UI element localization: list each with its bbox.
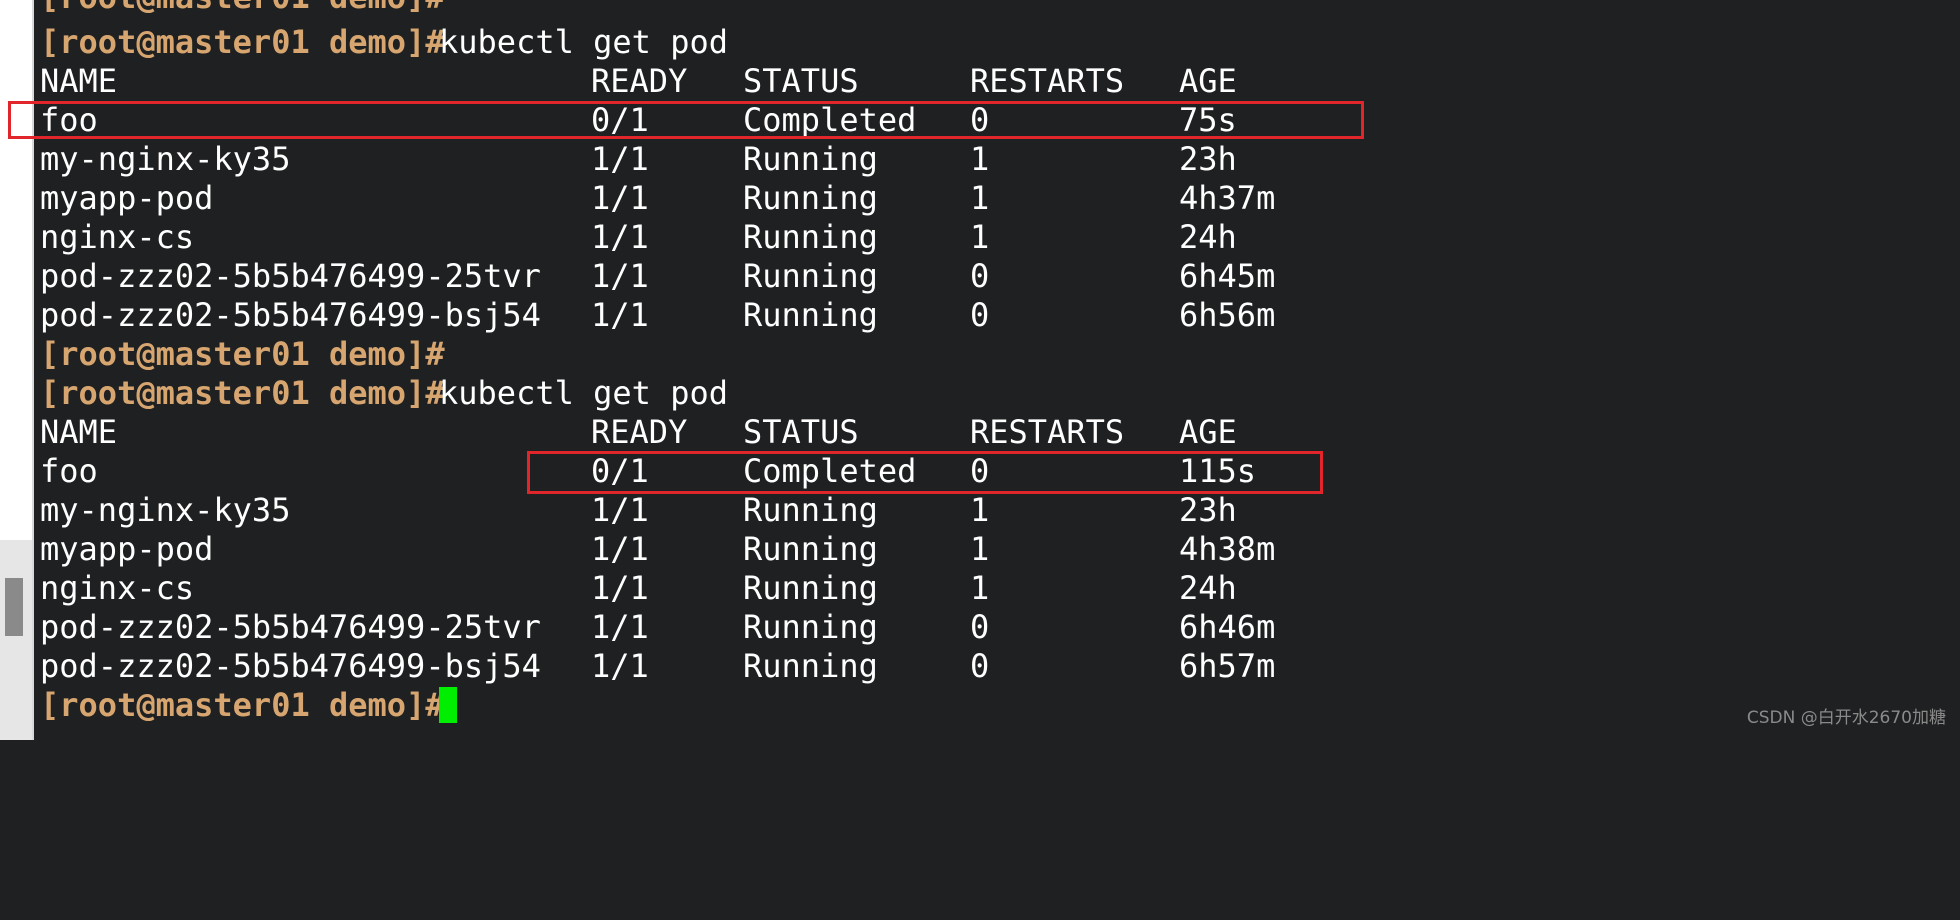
pod-age: 4h37m: [1179, 179, 1276, 217]
pod-status: Running: [743, 530, 878, 568]
header-name: NAME: [40, 413, 118, 451]
pod-restarts: 1: [970, 140, 990, 178]
prompt-line: [root@master01 demo]#: [40, 335, 445, 374]
pod-name: pod-zzz02-5b5b476499-bsj54: [40, 296, 541, 334]
table-row: nginx-cs 1/1 Running 1 24h: [40, 218, 1237, 257]
pod-name: foo: [40, 452, 98, 490]
pod-age: 24h: [1179, 569, 1237, 607]
header-status: STATUS: [743, 413, 859, 451]
prompt: [root@master01 demo]#: [40, 374, 445, 412]
pod-name: pod-zzz02-5b5b476499-bsj54: [40, 647, 541, 685]
pod-status: Running: [743, 608, 878, 646]
pod-name: nginx-cs: [40, 569, 195, 607]
pod-age: 4h38m: [1179, 530, 1276, 568]
table-row: pod-zzz02-5b5b476499-25tvr 1/1 Running 0…: [40, 257, 1275, 296]
header-restarts: RESTARTS: [970, 62, 1125, 100]
prompt: [root@master01 demo]#: [40, 23, 445, 61]
pod-age: 23h: [1179, 491, 1237, 529]
pod-restarts: 1: [970, 530, 990, 568]
pod-restarts: 1: [970, 491, 990, 529]
pod-ready: 1/1: [591, 491, 649, 529]
table-row: pod-zzz02-5b5b476499-bsj54 1/1 Running 0…: [40, 647, 1275, 686]
pod-age: 6h57m: [1179, 647, 1276, 685]
highlight-box-foo-status: [527, 451, 1323, 494]
pod-ready: 1/1: [591, 257, 649, 295]
command-line: [root@master01 demo]# kubectl get pod: [40, 23, 728, 62]
pod-ready: 1/1: [591, 218, 649, 256]
command-text: kubectl get pod: [439, 23, 728, 61]
pod-restarts: 0: [970, 296, 990, 334]
command-text: kubectl get pod: [439, 374, 728, 412]
pod-status: Running: [743, 179, 878, 217]
pod-restarts: 0: [970, 257, 990, 295]
pod-name: myapp-pod: [40, 179, 214, 217]
pod-status: Running: [743, 257, 878, 295]
table-row: nginx-cs 1/1 Running 1 24h: [40, 569, 1237, 608]
pod-restarts: 1: [970, 218, 990, 256]
table-row: pod-zzz02-5b5b476499-bsj54 1/1 Running 0…: [40, 296, 1275, 335]
pod-age: 6h56m: [1179, 296, 1276, 334]
pod-name: myapp-pod: [40, 530, 214, 568]
pod-name: my-nginx-ky35: [40, 491, 291, 529]
header-age: AGE: [1179, 413, 1237, 451]
header-ready: READY: [591, 413, 688, 451]
pod-restarts: 0: [970, 608, 990, 646]
pod-ready: 1/1: [591, 569, 649, 607]
pod-ready: 1/1: [591, 530, 649, 568]
cursor: [439, 686, 457, 725]
pod-name: pod-zzz02-5b5b476499-25tvr: [40, 257, 541, 295]
header-age: AGE: [1179, 62, 1237, 100]
header-ready: READY: [591, 62, 688, 100]
pod-status: Running: [743, 218, 878, 256]
pod-status: Running: [743, 140, 878, 178]
table-row: pod-zzz02-5b5b476499-25tvr 1/1 Running 0…: [40, 608, 1275, 647]
pod-age: 6h45m: [1179, 257, 1276, 295]
pod-ready: 1/1: [591, 296, 649, 334]
pod-ready: 1/1: [591, 608, 649, 646]
pod-name: nginx-cs: [40, 218, 195, 256]
pod-name: pod-zzz02-5b5b476499-25tvr: [40, 608, 541, 646]
table-header: NAME READY STATUS RESTARTS AGE: [40, 62, 1237, 101]
prompt-line-partial: [root@master01 demo]#: [40, 0, 445, 17]
pod-status: Running: [743, 569, 878, 607]
prompt: [root@master01 demo]#: [40, 335, 445, 373]
pod-restarts: 1: [970, 179, 990, 217]
pod-status: Running: [743, 296, 878, 334]
pod-age: 24h: [1179, 218, 1237, 256]
command-line: [root@master01 demo]# kubectl get pod: [40, 374, 728, 413]
prompt: [root@master01 demo]#: [40, 0, 445, 17]
table-row: myapp-pod 1/1 Running 1 4h37m: [40, 179, 1275, 218]
active-prompt-line[interactable]: [root@master01 demo]#: [40, 686, 457, 725]
pod-name: my-nginx-ky35: [40, 140, 291, 178]
pod-restarts: 1: [970, 569, 990, 607]
table-row: my-nginx-ky35 1/1 Running 1 23h: [40, 140, 1237, 179]
pod-age: 6h46m: [1179, 608, 1276, 646]
gutter-lower-panel: [0, 540, 32, 740]
table-row: foo 0/1 Completed 0 115s: [40, 452, 1256, 491]
header-restarts: RESTARTS: [970, 413, 1125, 451]
pod-restarts: 0: [970, 647, 990, 685]
pod-ready: 1/1: [591, 179, 649, 217]
pod-ready: 1/1: [591, 140, 649, 178]
table-row: myapp-pod 1/1 Running 1 4h38m: [40, 530, 1275, 569]
pod-ready: 1/1: [591, 647, 649, 685]
pod-status: Running: [743, 647, 878, 685]
prompt: [root@master01 demo]#: [40, 686, 445, 724]
highlight-box-foo-row: [8, 101, 1364, 139]
header-status: STATUS: [743, 62, 859, 100]
watermark: CSDN @白开水2670加糖: [1746, 708, 1946, 728]
pod-status: Running: [743, 491, 878, 529]
scrollbar-thumb[interactable]: [5, 578, 23, 636]
header-name: NAME: [40, 62, 118, 100]
table-row: my-nginx-ky35 1/1 Running 1 23h: [40, 491, 1237, 530]
table-header: NAME READY STATUS RESTARTS AGE: [40, 413, 1237, 452]
pod-age: 23h: [1179, 140, 1237, 178]
